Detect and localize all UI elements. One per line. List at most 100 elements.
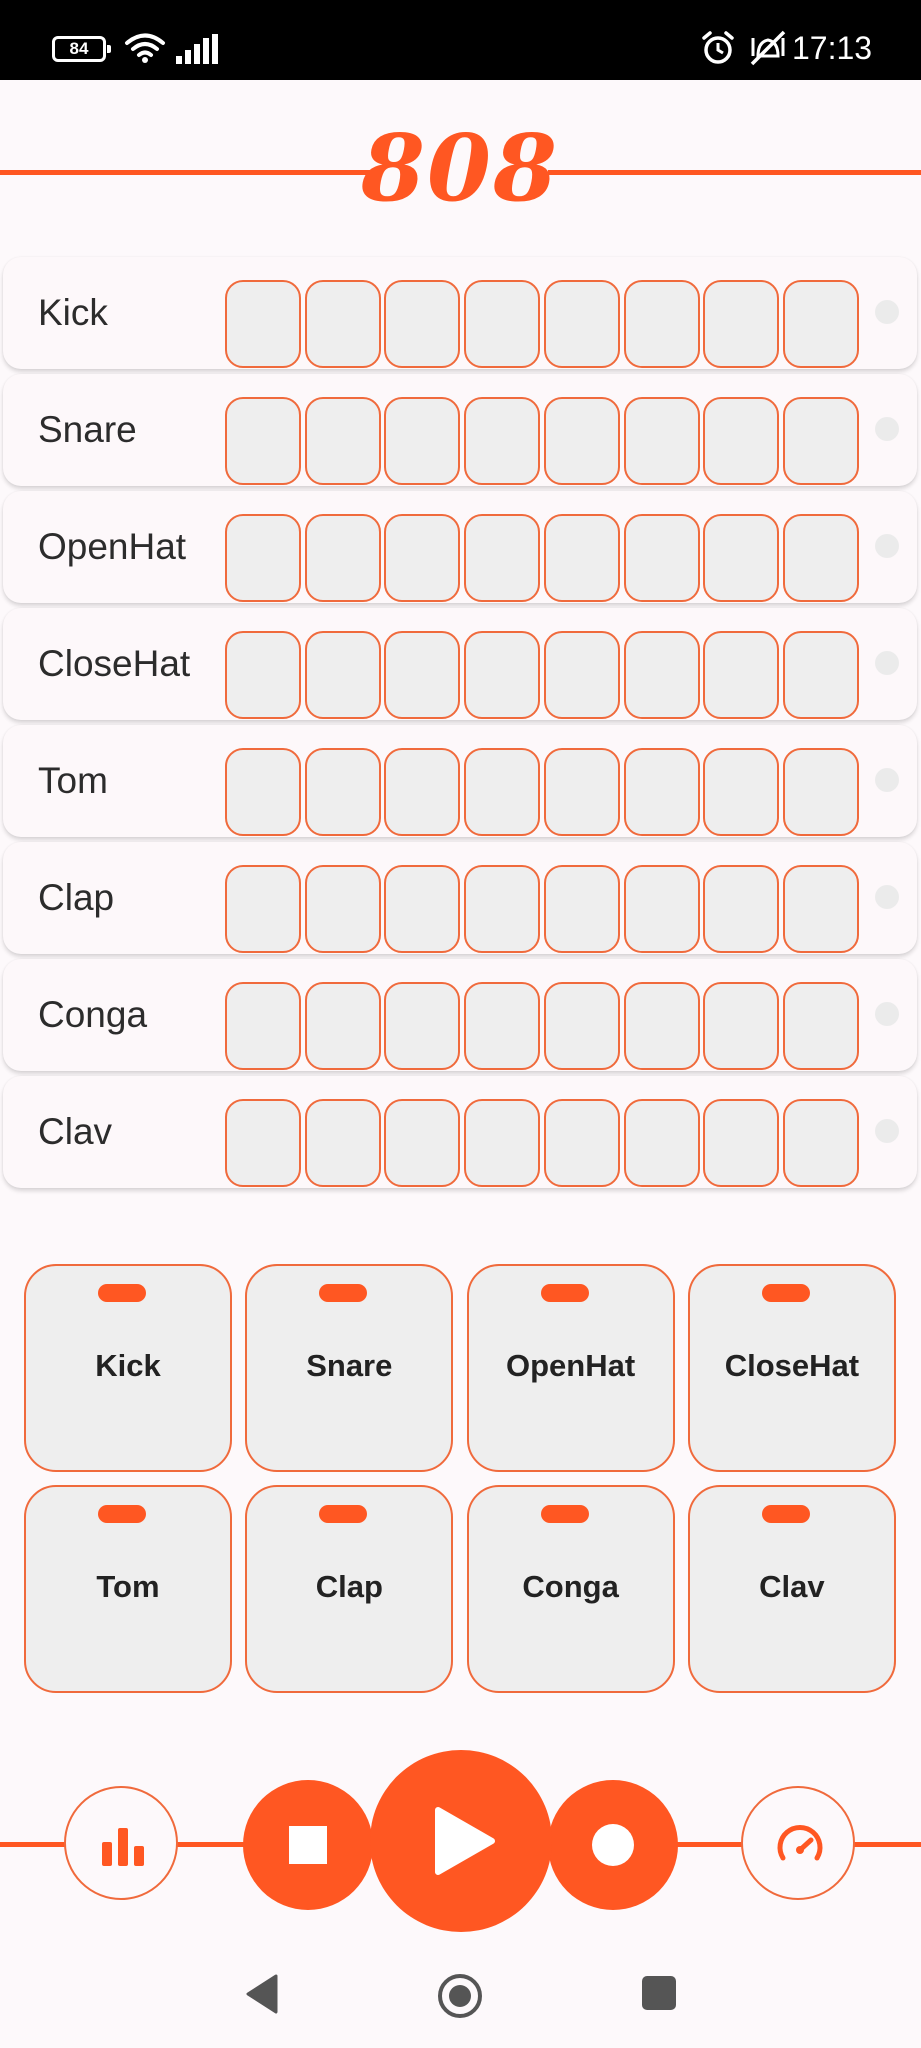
step-button[interactable] [225,1099,301,1187]
step-button[interactable] [225,748,301,836]
step-button[interactable] [543,631,620,719]
step-button[interactable] [304,397,381,485]
drum-pad[interactable]: Kick [24,1264,232,1472]
pad-label: Clav [759,1569,825,1604]
step-button[interactable] [703,631,780,719]
step-button[interactable] [703,397,780,485]
step-button[interactable] [782,514,859,602]
step-button[interactable] [782,397,859,485]
drum-pad[interactable]: Tom [24,1485,232,1693]
step-button[interactable] [225,865,301,953]
drum-pad[interactable]: Snare [245,1264,454,1472]
vibrate-off-icon [750,30,786,66]
step-button[interactable] [543,1099,620,1187]
track-label: Tom [38,760,108,801]
step-button[interactable] [623,631,700,719]
drum-pad[interactable]: OpenHat [466,1264,675,1472]
bar-chart-icon [102,1828,144,1866]
record-icon [592,1824,634,1866]
signal-icon [176,34,218,64]
step-button[interactable] [304,280,381,368]
step-button[interactable] [703,280,780,368]
step-button[interactable] [782,865,859,953]
stop-icon [289,1826,327,1864]
step-button[interactable] [703,1099,780,1187]
back-icon[interactable] [244,1974,278,2014]
step-button[interactable] [304,982,381,1070]
drum-pad[interactable]: Clav [687,1485,896,1693]
step-button[interactable] [304,1099,381,1187]
track-row: Clav [3,1076,917,1188]
stop-button[interactable] [243,1780,373,1910]
step-button[interactable] [543,397,620,485]
step-button[interactable] [543,514,620,602]
step-button[interactable] [464,748,541,836]
home-icon[interactable] [436,1972,484,2020]
track-row: Snare [3,374,917,486]
step-button[interactable] [623,748,700,836]
drum-pad[interactable]: CloseHat [687,1264,896,1472]
record-button[interactable] [548,1780,678,1910]
step-button[interactable] [304,514,381,602]
step-button[interactable] [543,748,620,836]
step-button[interactable] [782,982,859,1070]
title-divider-left [0,170,372,175]
step-button[interactable] [703,865,780,953]
step-button[interactable] [225,514,301,602]
step-button[interactable] [384,865,461,953]
speedometer-icon [777,1825,823,1861]
step-button[interactable] [225,982,301,1070]
levels-button[interactable] [64,1786,178,1900]
step-button[interactable] [623,397,700,485]
play-button[interactable] [370,1750,552,1932]
step-button[interactable] [543,280,620,368]
step-button[interactable] [464,397,541,485]
recents-icon[interactable] [642,1976,676,2010]
step-button[interactable] [623,865,700,953]
step-button[interactable] [304,865,381,953]
pad-label: Conga [522,1569,619,1604]
step-button[interactable] [464,631,541,719]
step-button[interactable] [384,1099,461,1187]
step-button[interactable] [782,280,859,368]
pad-label: Tom [96,1569,160,1604]
step-button[interactable] [225,280,301,368]
navigation-bar [0,1936,921,2048]
step-button[interactable] [384,280,461,368]
step-button[interactable] [623,1099,700,1187]
step-button[interactable] [384,631,461,719]
drum-pad[interactable]: Conga [466,1485,675,1693]
tempo-button[interactable] [741,1786,855,1900]
step-button[interactable] [225,631,301,719]
step-button[interactable] [464,1099,541,1187]
drum-pad[interactable]: Clap [245,1485,454,1693]
step-button[interactable] [304,631,381,719]
step-button[interactable] [782,631,859,719]
track-indicator [875,768,899,792]
step-button[interactable] [703,982,780,1070]
track-indicator [875,300,899,324]
track-label: Kick [38,292,108,333]
step-button[interactable] [623,982,700,1070]
track-row: Kick [3,257,917,369]
step-button[interactable] [384,982,461,1070]
step-button[interactable] [464,865,541,953]
step-button[interactable] [464,982,541,1070]
step-button[interactable] [384,514,461,602]
step-button[interactable] [623,514,700,602]
step-button[interactable] [543,865,620,953]
track-label: Snare [38,409,137,450]
step-button[interactable] [703,514,780,602]
step-button[interactable] [464,514,541,602]
step-button[interactable] [384,397,461,485]
step-button[interactable] [782,1099,859,1187]
step-button[interactable] [623,280,700,368]
step-button[interactable] [384,748,461,836]
step-button[interactable] [782,748,859,836]
step-button[interactable] [464,280,541,368]
step-button[interactable] [304,748,381,836]
track-indicator [875,534,899,558]
step-button[interactable] [703,748,780,836]
step-button[interactable] [543,982,620,1070]
step-button[interactable] [225,397,301,485]
